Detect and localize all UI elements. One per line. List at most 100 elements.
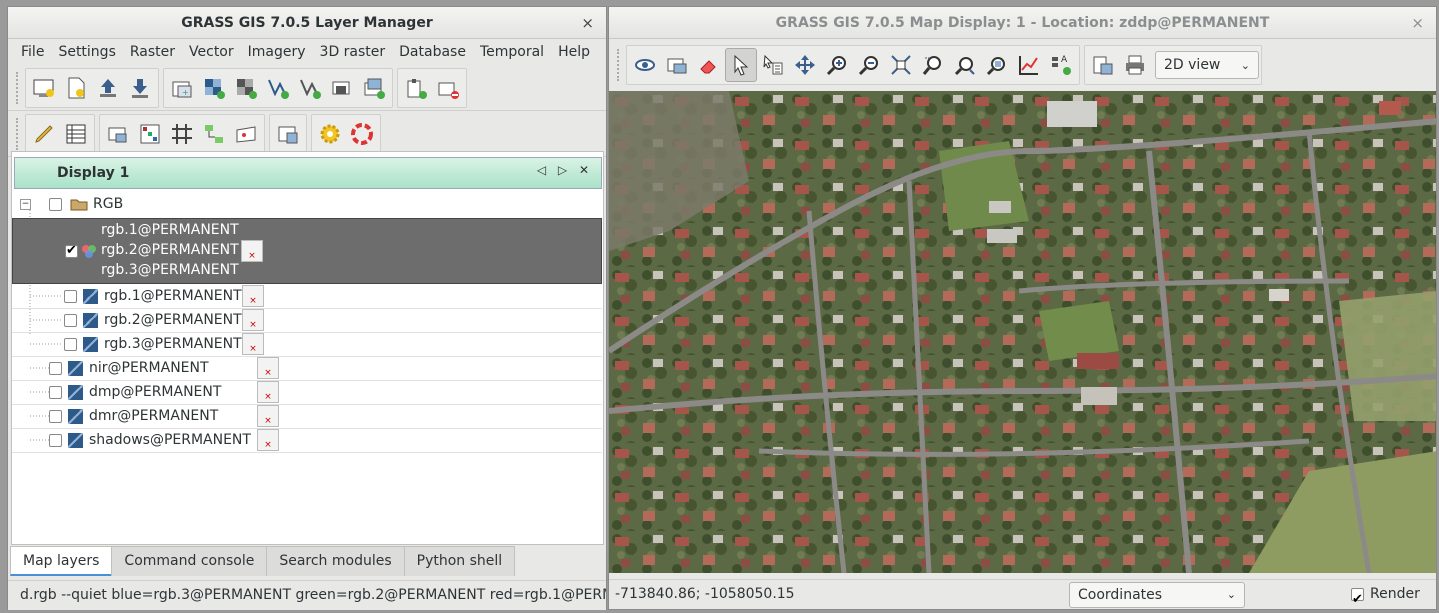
save-image-icon[interactable]	[1087, 48, 1119, 82]
pointer-icon[interactable]	[725, 48, 757, 82]
layer-options-icon[interactable]: ×	[242, 285, 264, 307]
import-icon[interactable]	[102, 117, 134, 151]
group-child-rgb2[interactable]: rgb.2@PERMANENT ×	[64, 308, 264, 332]
zoom-extent-icon[interactable]	[885, 48, 917, 82]
tab-map-layers[interactable]: Map layers	[10, 546, 113, 576]
layer-checkbox[interactable]	[49, 433, 62, 447]
map-display-titlebar[interactable]: GRASS GIS 7.0.5 Map Display: 1 - Locatio…	[609, 7, 1436, 39]
layer-options-icon[interactable]: ×	[257, 429, 279, 451]
menu-database[interactable]: Database	[392, 44, 473, 60]
show-icon[interactable]	[629, 48, 661, 82]
tab-command-console[interactable]: Command console	[111, 546, 268, 576]
selected-rgb-layer[interactable]: rgb.1@PERMANENT rgb.2@PERMANENT rgb.3@PE…	[12, 218, 602, 284]
menu-settings[interactable]: Settings	[51, 44, 122, 60]
erase-icon[interactable]	[693, 48, 725, 82]
settings-icon[interactable]	[314, 117, 346, 151]
zoom-in-icon[interactable]	[821, 48, 853, 82]
group-child-rgb1[interactable]: rgb.1@PERMANENT ×	[64, 284, 264, 308]
toolbar-grip-2[interactable]	[16, 117, 21, 150]
modeler-icon[interactable]	[198, 117, 230, 151]
add-overlay-icon[interactable]	[326, 71, 358, 105]
layer-options-icon[interactable]: ×	[257, 381, 279, 403]
group-checkbox[interactable]	[49, 197, 62, 211]
menu-3d-raster[interactable]: 3D raster	[313, 44, 393, 60]
ps-map-icon[interactable]	[272, 117, 304, 151]
menu-help[interactable]: Help	[551, 44, 597, 60]
new-workspace-icon[interactable]	[60, 71, 92, 105]
layer-checkbox[interactable]	[64, 337, 77, 351]
overlay-icon[interactable]: A	[1045, 48, 1077, 82]
layer-checkbox[interactable]	[49, 409, 62, 423]
render-toggle[interactable]: Render	[1351, 580, 1420, 609]
tab-python-shell[interactable]: Python shell	[403, 546, 516, 576]
zoom-region-icon[interactable]	[981, 48, 1013, 82]
add-raster-icon[interactable]: +	[166, 71, 198, 105]
close-icon[interactable]: ×	[1411, 7, 1424, 39]
layer-checkbox[interactable]	[49, 385, 62, 399]
remove-layer-icon[interactable]	[432, 71, 464, 105]
layer-options-icon[interactable]: ×	[242, 309, 264, 331]
pan-icon[interactable]	[789, 48, 821, 82]
layer-manager-titlebar[interactable]: GRASS GIS 7.0.5 Layer Manager ×	[8, 7, 606, 39]
close-icon[interactable]: ×	[581, 7, 594, 39]
layer-checkbox[interactable]	[64, 289, 77, 303]
attribute-table-icon[interactable]	[60, 117, 92, 151]
zoom-back-icon[interactable]	[917, 48, 949, 82]
layer-label: rgb.2@PERMANENT	[104, 312, 242, 328]
grid-icon[interactable]	[166, 117, 198, 151]
menu-raster[interactable]: Raster	[123, 44, 182, 60]
raster-icon	[83, 336, 98, 352]
menu-vector[interactable]: Vector	[182, 44, 241, 60]
analyze-icon[interactable]	[1013, 48, 1045, 82]
zoom-menu-icon[interactable]	[949, 48, 981, 82]
map-calc-icon[interactable]	[134, 117, 166, 151]
add-command-icon[interactable]	[400, 71, 432, 105]
collapse-icon[interactable]: −	[20, 198, 31, 210]
add-thematic-icon[interactable]	[294, 71, 326, 105]
layer-checkbox[interactable]	[49, 361, 62, 375]
zoom-out-icon[interactable]	[853, 48, 885, 82]
layer-options-icon[interactable]: ×	[257, 405, 279, 427]
layer-options-icon[interactable]: ×	[242, 333, 264, 355]
tab-nav-controls[interactable]: ◁ ▷ ✕	[537, 163, 593, 177]
layer-options-icon[interactable]: ×	[257, 357, 279, 379]
raster-icon	[68, 384, 83, 400]
save-workspace-icon[interactable]	[124, 71, 156, 105]
rgb-layer-checkbox[interactable]	[65, 243, 78, 258]
new-display-icon[interactable]	[28, 71, 60, 105]
georect-icon[interactable]	[230, 117, 262, 151]
toolbar-grip[interactable]	[16, 71, 21, 104]
render-checkbox[interactable]	[1351, 586, 1364, 609]
layer-dmr[interactable]: dmr@PERMANENT ×	[49, 404, 279, 428]
menu-file[interactable]: File	[14, 44, 51, 60]
add-hist-icon[interactable]	[230, 71, 262, 105]
group-child-rgb3[interactable]: rgb.3@PERMANENT ×	[64, 332, 264, 356]
add-group-icon[interactable]	[358, 71, 390, 105]
statusbar-mode-select[interactable]: Coordinates ⌄	[1069, 582, 1245, 608]
print-icon[interactable]	[1119, 48, 1151, 82]
query-icon[interactable]	[757, 48, 789, 82]
tree-group-rgb[interactable]: − RGB	[20, 192, 123, 216]
window-title: GRASS GIS 7.0.5 Layer Manager	[181, 15, 433, 31]
svg-text:A: A	[1061, 55, 1068, 65]
layer-options-icon[interactable]: ×	[241, 240, 263, 262]
toolbar-grip[interactable]	[617, 49, 622, 81]
menu-imagery[interactable]: Imagery	[241, 44, 313, 60]
layer-nir[interactable]: nir@PERMANENT ×	[49, 356, 279, 380]
layer-checkbox[interactable]	[64, 313, 77, 327]
layer-dmp[interactable]: dmp@PERMANENT ×	[49, 380, 279, 404]
view-mode-select[interactable]: 2D view ⌄	[1155, 51, 1259, 79]
map-canvas[interactable]	[609, 91, 1436, 573]
rgb-layer-line-3: rgb.3@PERMANENT	[101, 262, 239, 278]
render-icon[interactable]	[661, 48, 693, 82]
tab-display-1[interactable]: Display 1 ◁ ▷ ✕	[14, 157, 602, 189]
layer-shadows[interactable]: shadows@PERMANENT ×	[49, 428, 279, 452]
digitize-icon[interactable]	[28, 117, 60, 151]
add-rgb-icon[interactable]	[198, 71, 230, 105]
tab-search-modules[interactable]: Search modules	[266, 546, 405, 576]
add-vector-icon[interactable]	[262, 71, 294, 105]
open-workspace-icon[interactable]	[92, 71, 124, 105]
tools-group-4	[311, 113, 381, 154]
menu-temporal[interactable]: Temporal	[473, 44, 551, 60]
help-icon[interactable]	[346, 117, 378, 151]
